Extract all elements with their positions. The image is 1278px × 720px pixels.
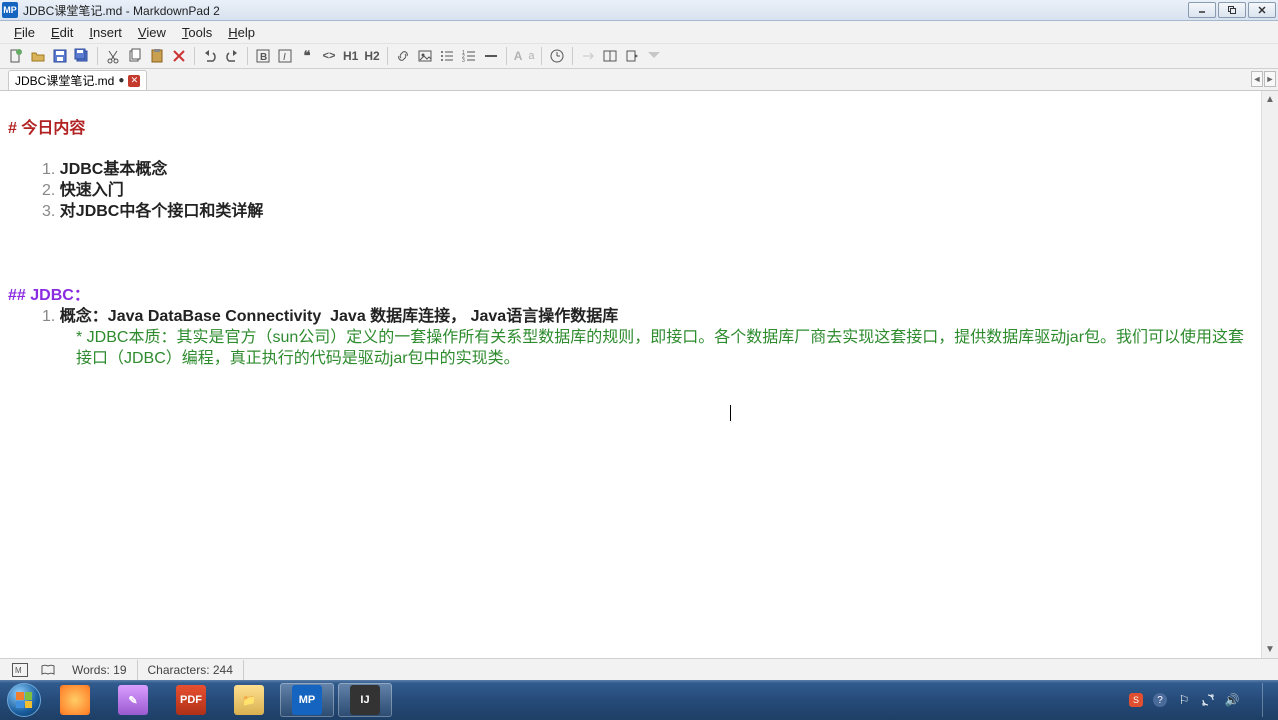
- svg-text:3: 3: [462, 58, 465, 64]
- close-button[interactable]: [1248, 2, 1276, 18]
- open-folder-icon[interactable]: [28, 46, 48, 66]
- title-app: MarkdownPad 2: [133, 4, 220, 18]
- list-item: JDBC基本概念: [60, 161, 168, 178]
- separator: [572, 47, 573, 65]
- menu-help[interactable]: Help: [220, 23, 263, 42]
- lowercase-button[interactable]: a: [526, 50, 536, 62]
- scroll-track[interactable]: [1262, 108, 1278, 641]
- editor-area: # 今日内容 1. JDBC基本概念2. 快速入门3. 对JDBC中各个接口和类…: [0, 91, 1278, 658]
- tab-close-icon[interactable]: ✕: [128, 75, 140, 87]
- copy-icon[interactable]: [125, 46, 145, 66]
- char-count: Characters: 244: [138, 660, 244, 680]
- separator: [506, 47, 507, 65]
- code-icon[interactable]: <>: [319, 46, 339, 66]
- editor-content[interactable]: # 今日内容 1. JDBC基本概念2. 快速入门3. 对JDBC中各个接口和类…: [0, 91, 1261, 658]
- link-icon[interactable]: [393, 46, 413, 66]
- quote-icon[interactable]: ❝: [297, 46, 317, 66]
- list-item: 快速入门: [60, 182, 124, 199]
- timestamp-icon[interactable]: [547, 46, 567, 66]
- title-file: JDBC课堂笔记.md: [23, 4, 122, 18]
- new-file-icon[interactable]: [6, 46, 26, 66]
- h1-text: 今日内容: [21, 120, 85, 137]
- preview-pane-icon[interactable]: [600, 46, 620, 66]
- vertical-scrollbar[interactable]: ▲ ▼: [1261, 91, 1278, 658]
- tab-nav-right-icon[interactable]: ►: [1264, 71, 1276, 87]
- markdown-mode-icon[interactable]: M: [6, 663, 34, 677]
- svg-text:M: M: [15, 666, 22, 675]
- tab-label: JDBC课堂笔记.md: [15, 72, 114, 89]
- taskbar-item[interactable]: 📁: [222, 683, 276, 717]
- windows-taskbar: ✎ PDF 📁 MP IJ S ? ⚐ 🔊: [0, 680, 1278, 720]
- show-desktop-button[interactable]: [1262, 683, 1272, 717]
- toolbar: B I ❝ <> H1 H2 123 A a: [0, 43, 1278, 69]
- h2-button[interactable]: H2: [362, 49, 381, 63]
- start-button[interactable]: [4, 680, 44, 720]
- list-item: 对JDBC中各个接口和类详解: [60, 203, 264, 220]
- italic-icon[interactable]: I: [275, 46, 295, 66]
- tool1-icon[interactable]: [578, 46, 598, 66]
- list-item: 概念：Java DataBase Connectivity Java 数据库连接…: [60, 308, 618, 325]
- tray-flag-icon[interactable]: ⚐: [1176, 692, 1192, 708]
- scroll-up-icon[interactable]: ▲: [1262, 91, 1278, 108]
- tab-strip: JDBC课堂笔记.md ● ✕ ◄ ►: [0, 69, 1278, 91]
- bold-icon[interactable]: B: [253, 46, 273, 66]
- taskbar-item[interactable]: IJ: [338, 683, 392, 717]
- taskbar-item[interactable]: PDF: [164, 683, 218, 717]
- ul-icon[interactable]: [437, 46, 457, 66]
- minimize-button[interactable]: [1188, 2, 1216, 18]
- h1-button[interactable]: H1: [341, 49, 360, 63]
- separator: [387, 47, 388, 65]
- menu-edit[interactable]: Edit: [43, 23, 81, 42]
- svg-text:I: I: [283, 52, 286, 63]
- text-cursor-icon: [730, 405, 731, 421]
- modified-dot-icon: ●: [118, 75, 124, 86]
- separator: [541, 47, 542, 65]
- tab-nav-left-icon[interactable]: ◄: [1251, 71, 1263, 87]
- maximize-button[interactable]: [1218, 2, 1246, 18]
- undo-icon[interactable]: [200, 46, 220, 66]
- save-icon[interactable]: [50, 46, 70, 66]
- tray-help-icon[interactable]: ?: [1152, 692, 1168, 708]
- h2-text: JDBC：: [30, 287, 90, 304]
- window-title: JDBC课堂笔记.md - MarkdownPad 2: [23, 2, 1188, 19]
- save-all-icon[interactable]: [72, 46, 92, 66]
- hr-icon[interactable]: [481, 46, 501, 66]
- uppercase-button[interactable]: A: [512, 49, 525, 63]
- separator: [97, 47, 98, 65]
- menu-tools[interactable]: Tools: [174, 23, 220, 42]
- separator: [194, 47, 195, 65]
- scroll-down-icon[interactable]: ▼: [1262, 641, 1278, 658]
- paste-icon[interactable]: [147, 46, 167, 66]
- taskbar-item[interactable]: [48, 683, 102, 717]
- book-icon[interactable]: [34, 663, 62, 677]
- taskbar-item[interactable]: ✎: [106, 683, 160, 717]
- status-bar: M Words: 19 Characters: 244: [0, 658, 1278, 680]
- menu-insert[interactable]: Insert: [81, 23, 130, 42]
- taskbar-item-markdownpad[interactable]: MP: [280, 683, 334, 717]
- comment-text: * JDBC本质：其实是官方（sun公司）定义的一套操作所有关系型数据库的规则，…: [8, 328, 1253, 370]
- delete-icon[interactable]: [169, 46, 189, 66]
- menu-file[interactable]: File: [6, 23, 43, 42]
- title-bar: MP JDBC课堂笔记.md - MarkdownPad 2: [0, 0, 1278, 21]
- menu-bar: File Edit Insert View Tools Help: [0, 21, 1278, 43]
- menu-view[interactable]: View: [130, 23, 174, 42]
- export-icon[interactable]: [622, 46, 642, 66]
- svg-text:B: B: [260, 52, 267, 63]
- app-icon: MP: [2, 2, 18, 18]
- separator: [247, 47, 248, 65]
- word-count: Words: 19: [62, 660, 138, 680]
- tray-volume-icon[interactable]: 🔊: [1224, 692, 1240, 708]
- ol-icon[interactable]: 123: [459, 46, 479, 66]
- system-tray: S ? ⚐ 🔊: [1128, 683, 1272, 717]
- cut-icon[interactable]: [103, 46, 123, 66]
- image-icon[interactable]: [415, 46, 435, 66]
- redo-icon[interactable]: [222, 46, 242, 66]
- export-dropdown-icon[interactable]: [644, 46, 664, 66]
- tray-icon[interactable]: S: [1128, 692, 1144, 708]
- tray-sync-icon[interactable]: [1200, 692, 1216, 708]
- document-tab[interactable]: JDBC课堂笔记.md ● ✕: [8, 70, 147, 90]
